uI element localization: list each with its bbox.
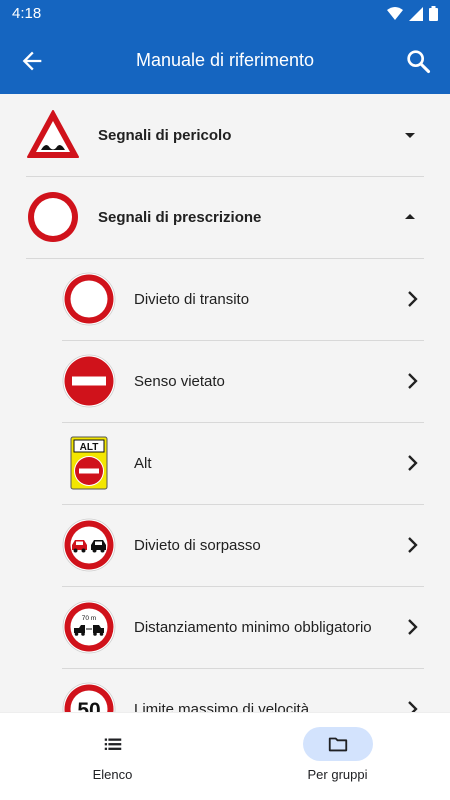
signal-icon — [409, 6, 423, 21]
no-transit-sign-icon — [62, 272, 116, 326]
bottom-navigation: Elenco Per gruppi — [0, 712, 450, 800]
status-time: 4:18 — [12, 5, 42, 22]
speed-limit-sign-text: 50 — [77, 699, 100, 712]
group-label: Segnali di pericolo — [98, 126, 232, 144]
nav-pill-active — [302, 727, 373, 761]
no-overtaking-sign-icon — [62, 518, 116, 572]
group-segnali-di-prescrizione[interactable]: Segnali di prescrizione — [0, 176, 450, 258]
list-item-alt[interactable]: ALT Alt — [62, 422, 450, 504]
status-bar: 4:18 — [0, 0, 450, 28]
chevron-right-icon — [408, 537, 418, 553]
nav-item-per-gruppi[interactable]: Per gruppi — [225, 713, 450, 800]
list-item-label: Distanziamento minimo obbligatorio — [134, 618, 372, 636]
caret-down-icon[interactable] — [398, 123, 422, 147]
speed-limit-sign-icon: 50 — [62, 682, 116, 712]
minimum-distance-sign-icon: 70 m — [62, 600, 116, 654]
chevron-right-icon — [408, 291, 418, 307]
battery-icon — [429, 6, 438, 21]
list-item-limite-massimo-di-velocita[interactable]: 50 Limite massimo di velocità — [62, 668, 450, 712]
list-item-label: Divieto di transito — [134, 290, 250, 308]
signs-list[interactable]: Segnali di pericolo Segnali di prescrizi… — [0, 94, 450, 712]
caret-up-icon[interactable] — [398, 205, 422, 229]
page-title: Manuale di riferimento — [135, 50, 315, 70]
chevron-right-icon — [408, 455, 418, 471]
group-segnali-di-pericolo[interactable]: Segnali di pericolo — [0, 94, 450, 176]
list-item-label: Alt — [134, 454, 152, 472]
group-label: Segnali di prescrizione — [98, 208, 262, 226]
folder-icon — [328, 737, 347, 752]
list-item-label: Limite massimo di velocità — [134, 700, 310, 713]
list-item-senso-vietato[interactable]: Senso vietato — [62, 340, 450, 422]
list-item-label: Divieto di sorpasso — [134, 536, 261, 554]
nav-pill — [78, 727, 148, 761]
chevron-right-icon — [408, 373, 418, 389]
list-icon — [104, 738, 121, 750]
search-icon[interactable] — [404, 47, 432, 75]
list-item-divieto-di-transito[interactable]: Divieto di transito — [62, 258, 450, 340]
no-entry-sign-icon — [62, 354, 116, 408]
list-item-label: Senso vietato — [134, 372, 225, 390]
list-item-distanziamento-minimo[interactable]: 70 m Distanziamento minimo obbligatorio — [62, 586, 450, 668]
chevron-right-icon — [408, 701, 418, 712]
no-entry-circle-sign-icon — [28, 192, 78, 242]
nav-label: Elenco — [92, 767, 133, 782]
status-icons — [387, 6, 438, 21]
alt-sign-text: ALT — [80, 442, 99, 453]
list-item-divieto-di-sorpasso[interactable]: Divieto di sorpasso — [62, 504, 450, 586]
wifi-icon — [387, 6, 403, 20]
road-bump-warning-sign-icon — [27, 110, 79, 158]
nav-item-elenco[interactable]: Elenco — [0, 713, 225, 800]
nav-label: Per gruppi — [307, 767, 368, 782]
alt-sign-icon: ALT — [70, 436, 108, 490]
app-bar: Manuale di riferimento — [0, 28, 450, 94]
minimum-distance-sign-text: 70 m — [82, 615, 96, 622]
chevron-right-icon — [408, 619, 418, 635]
